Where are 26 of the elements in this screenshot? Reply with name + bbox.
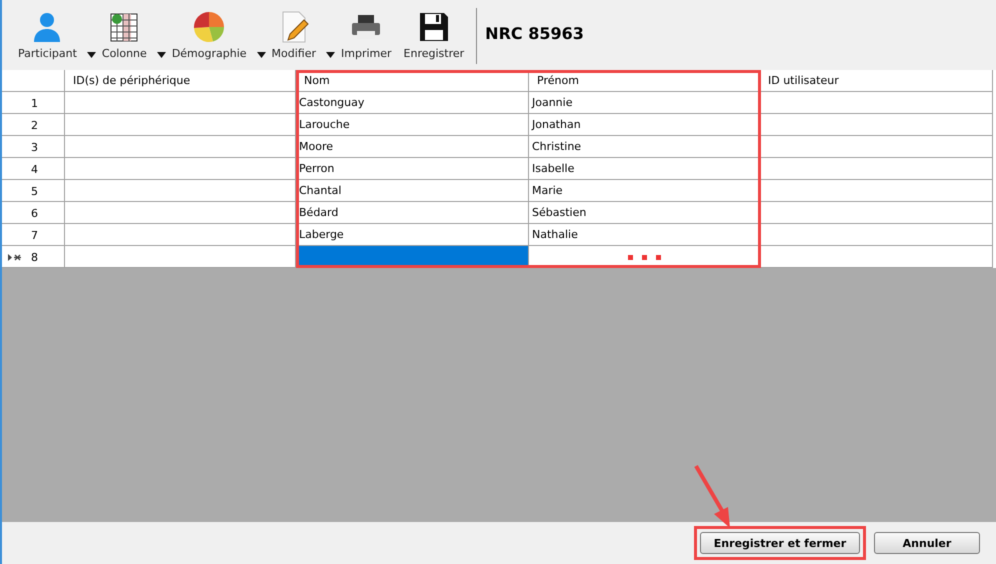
toolbar-button[interactable]: Enregistrer (398, 3, 470, 60)
table-cell[interactable]: Chantal (296, 180, 529, 202)
row-header[interactable]: 3 (2, 136, 65, 158)
toolbar-button[interactable]: Colonne (96, 3, 153, 60)
row-header[interactable]: 2 (2, 114, 65, 136)
toolbar-button[interactable]: Imprimer (335, 3, 398, 60)
column-header[interactable]: ID utilisateur (760, 70, 993, 92)
table-cell[interactable]: Moore (296, 136, 529, 158)
row-header[interactable]: 5 (2, 180, 65, 202)
row-header[interactable]: 1 (2, 92, 65, 114)
table-cell[interactable]: Perron (296, 158, 529, 180)
dialog-button[interactable]: Annuler (874, 532, 980, 554)
toolbar-button[interactable]: Modifier (266, 3, 322, 60)
row-header[interactable]: 8 (2, 246, 65, 268)
table-cell[interactable]: Bédard (296, 202, 529, 224)
course-title: NRC 85963 (485, 24, 584, 42)
dialog-button[interactable]: Enregistrer et fermer (700, 532, 860, 554)
table-cell[interactable]: Castonguay (296, 92, 529, 114)
toolbar-button[interactable]: Démographie (166, 3, 253, 60)
row-header[interactable]: 4 (2, 158, 65, 180)
column-header[interactable]: ID(s) de périphérique (65, 70, 296, 92)
toolbar-button[interactable]: Participant (12, 3, 83, 60)
row-header[interactable]: 7 (2, 224, 65, 246)
row-header[interactable]: 6 (2, 202, 65, 224)
table-cell[interactable]: Laberge (296, 224, 529, 246)
table-cell[interactable]: Larouche (296, 114, 529, 136)
